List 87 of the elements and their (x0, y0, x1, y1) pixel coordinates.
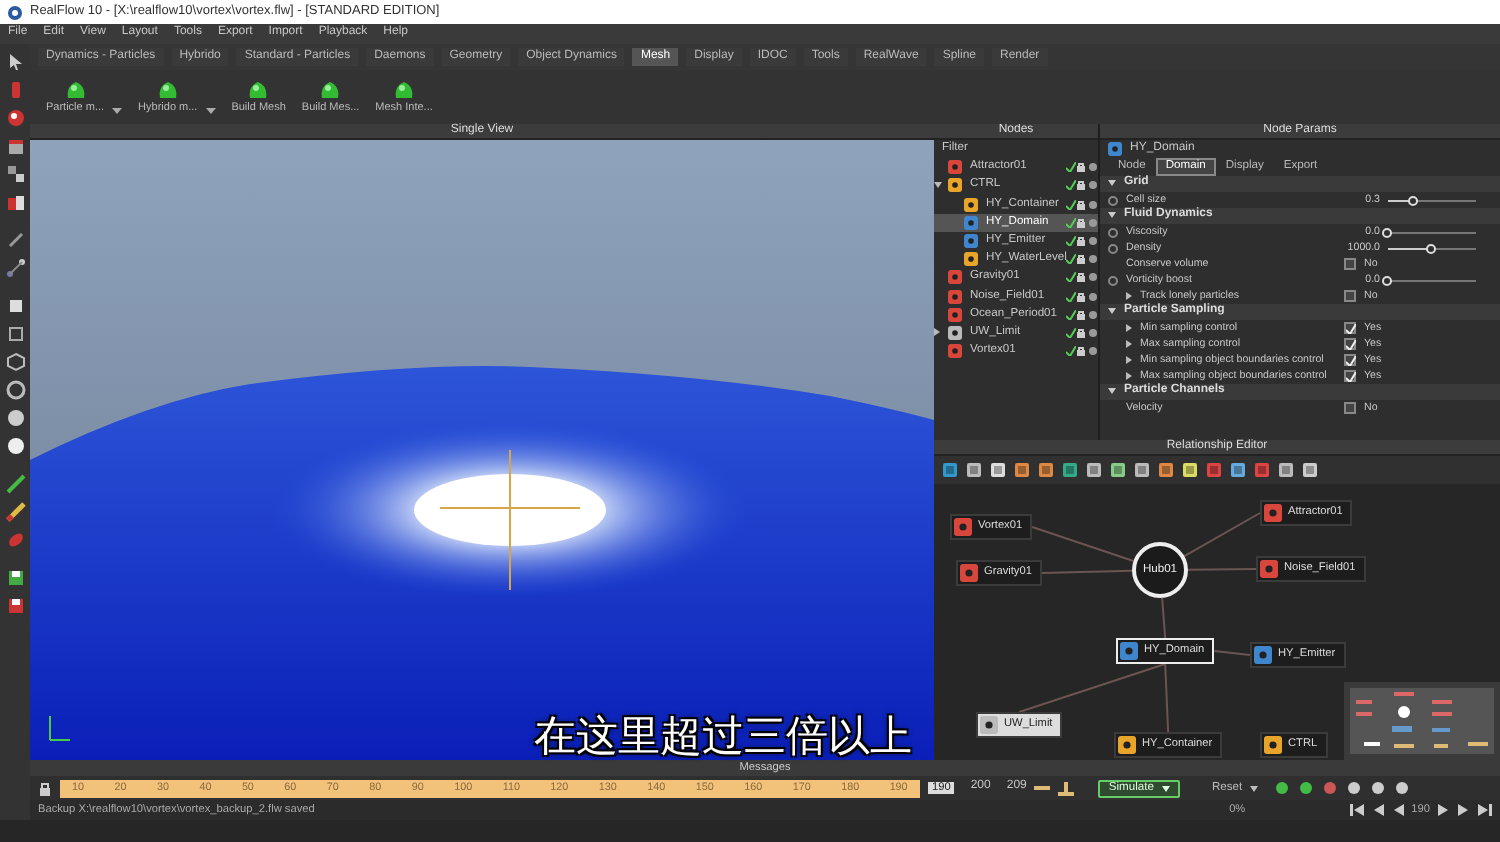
lock-icon[interactable] (1076, 346, 1086, 357)
checkbox[interactable] (1344, 290, 1356, 302)
expanded-arrow-icon[interactable] (1108, 212, 1116, 220)
checkbox[interactable] (1344, 354, 1356, 366)
collapsed-arrow-icon[interactable] (1126, 324, 1132, 332)
lock-icon[interactable] (1076, 217, 1086, 228)
lock-icon[interactable] (1076, 254, 1087, 265)
slider-thumb[interactable] (1426, 243, 1436, 253)
pen-icon[interactable] (5, 230, 25, 250)
caret-icon[interactable] (205, 108, 216, 116)
marker-icon[interactable] (1034, 781, 1051, 795)
lock-icon[interactable] (1076, 162, 1086, 173)
skip-back-icon[interactable] (1349, 803, 1364, 816)
collapsed-arrow-icon[interactable] (1126, 356, 1132, 364)
keyframe-icon[interactable] (1108, 275, 1118, 285)
lock-icon[interactable] (1076, 327, 1086, 338)
expanded-arrow-icon[interactable] (1108, 388, 1116, 396)
caret-icon (1250, 785, 1259, 791)
blob-icon[interactable] (63, 78, 88, 103)
blob-icon[interactable] (392, 78, 417, 103)
lock-icon[interactable] (1076, 272, 1086, 283)
play-back-icon[interactable] (1393, 803, 1404, 816)
circle-icon[interactable] (1086, 291, 1098, 302)
checkbox[interactable] (1344, 402, 1356, 414)
expanded-arrow-icon[interactable] (1108, 180, 1116, 188)
lock-icon[interactable] (1076, 180, 1086, 191)
app-logo-icon (8, 5, 22, 19)
stack-icon[interactable] (5, 164, 25, 184)
skip-forward-icon[interactable] (1478, 803, 1492, 816)
step-back-icon[interactable] (1371, 803, 1386, 816)
circle-icon[interactable] (1086, 217, 1098, 228)
collapsed-arrow-icon[interactable] (934, 328, 942, 337)
slider-thumb[interactable] (1408, 195, 1419, 205)
connector-line (1031, 526, 1135, 563)
blob-icon[interactable] (155, 78, 180, 103)
cube-icon[interactable] (5, 136, 25, 156)
caret-icon[interactable] (112, 108, 123, 116)
save-icon[interactable] (5, 568, 25, 588)
circle-icon[interactable] (1086, 346, 1098, 357)
collapsed-arrow-icon[interactable] (1126, 292, 1132, 300)
lock-icon[interactable] (38, 781, 52, 795)
circle-icon[interactable] (1086, 309, 1098, 320)
crates-icon[interactable] (5, 192, 25, 212)
save-icon[interactable] (5, 596, 25, 616)
leaf-icon[interactable] (5, 530, 25, 550)
marker-icon[interactable] (1058, 781, 1075, 795)
circle-icon[interactable] (1086, 272, 1098, 283)
connector-line (1183, 512, 1261, 558)
brush-icon[interactable] (5, 474, 25, 494)
lock-icon[interactable] (1076, 291, 1086, 302)
lock-icon[interactable] (1076, 199, 1086, 210)
circle-icon[interactable] (1086, 180, 1098, 191)
cube-icon[interactable] (5, 296, 25, 316)
disc-icon[interactable] (5, 380, 25, 400)
checkbox[interactable] (1344, 258, 1356, 270)
lock-icon[interactable] (1076, 236, 1086, 247)
cursor-icon[interactable] (5, 52, 25, 72)
circle-icon[interactable] (1086, 236, 1098, 247)
circle-icon[interactable] (1086, 327, 1098, 338)
expanded-arrow-icon[interactable] (1108, 308, 1116, 316)
nodes-icon[interactable] (5, 258, 25, 278)
play-icon[interactable] (1438, 803, 1448, 816)
slider-thumb[interactable] (1382, 275, 1392, 285)
lock-icon[interactable] (1076, 309, 1086, 320)
checkbox[interactable] (1344, 322, 1356, 334)
expanded-arrow-icon[interactable] (934, 181, 942, 190)
keyframe-icon[interactable] (1108, 195, 1118, 205)
collapsed-arrow-icon[interactable] (1126, 340, 1132, 348)
connector-line (1187, 568, 1257, 571)
sphere-icon[interactable] (5, 108, 25, 128)
blob-icon[interactable] (246, 78, 271, 103)
subtitle-text: 在这里超过三倍以上 (534, 716, 912, 758)
connector-line (1040, 569, 1133, 574)
caret-icon (1161, 785, 1170, 791)
pencil-icon[interactable] (5, 502, 25, 522)
circle-icon[interactable] (1086, 199, 1098, 210)
connector-line (1161, 596, 1167, 639)
slider-thumb[interactable] (1382, 227, 1392, 237)
connector-line (1213, 650, 1251, 656)
checkbox[interactable] (1344, 338, 1356, 350)
checkbox[interactable] (1344, 370, 1356, 382)
collapsed-arrow-icon[interactable] (1126, 372, 1132, 380)
circle-icon[interactable] (1086, 254, 1098, 265)
circle-icon[interactable] (1086, 162, 1098, 173)
step-forward-icon[interactable] (1456, 803, 1470, 816)
minimap-drawing[interactable] (1344, 682, 1500, 760)
blob-icon[interactable] (318, 78, 343, 103)
